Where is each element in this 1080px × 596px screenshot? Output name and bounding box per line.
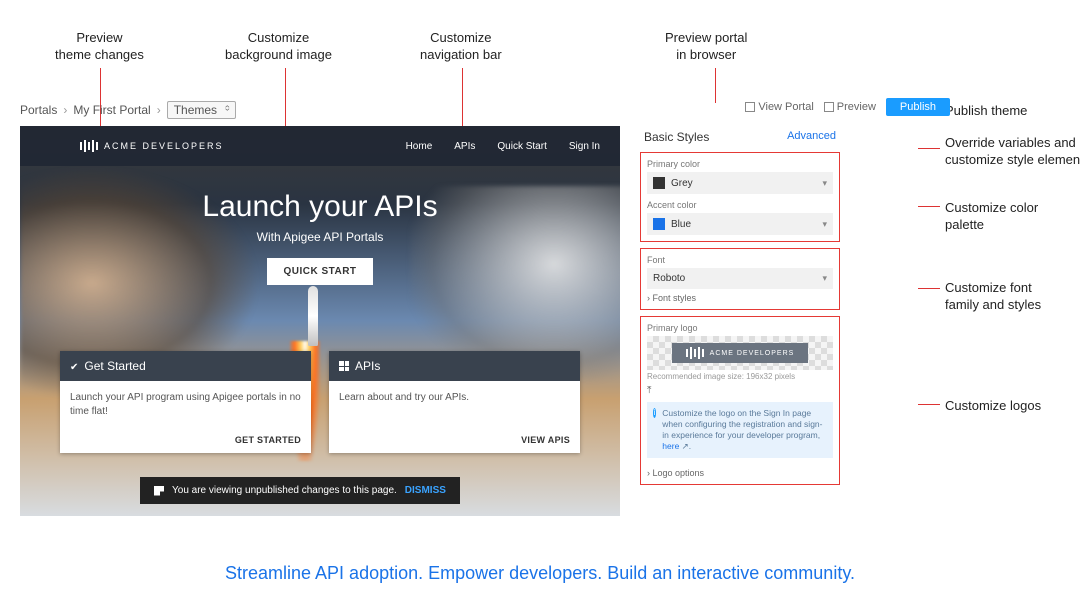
unpublished-banner: You are viewing unpublished changes to t…	[140, 477, 460, 504]
upload-button[interactable]: ⤒	[647, 385, 833, 396]
nav-signin[interactable]: Sign In	[569, 141, 600, 152]
accent-color-value: Blue	[671, 219, 691, 230]
swatch-icon	[653, 177, 665, 189]
hero-title: Launch your APIs	[20, 190, 620, 224]
card-title: Get Started	[84, 359, 145, 373]
banner-text: You are viewing unpublished changes to t…	[172, 485, 397, 496]
font-label: Font	[647, 255, 833, 265]
callout-customize-nav: Customize navigation bar	[420, 30, 502, 64]
accent-color-select[interactable]: Blue	[647, 213, 833, 235]
font-value: Roboto	[653, 273, 685, 284]
font-select[interactable]: Roboto	[647, 268, 833, 289]
view-portal-button[interactable]: View Portal	[745, 101, 813, 113]
callout-line	[715, 68, 716, 103]
nav-home[interactable]: Home	[406, 141, 433, 152]
toolbar: View Portal Preview Publish	[745, 98, 950, 116]
card-body: Learn about and try our APIs.	[329, 381, 580, 429]
brand-text: ACME DEVELOPERS	[104, 141, 224, 151]
callout-color-palette: Customize color palette	[945, 200, 1080, 234]
logo-group: Primary logo ACME DEVELOPERS Recommended…	[640, 316, 840, 485]
accent-color-label: Accent color	[647, 200, 833, 210]
rocket-graphic	[308, 286, 318, 346]
flag-icon	[154, 486, 164, 496]
breadcrumb: Portals › My First Portal › Themes	[20, 98, 620, 122]
card-apis: APIs Learn about and try our APIs. VIEW …	[329, 351, 580, 453]
theme-preview: ACME DEVELOPERS Home APIs Quick Start Si…	[20, 126, 620, 516]
primary-color-value: Grey	[671, 178, 693, 189]
quick-start-button[interactable]: QUICK START	[267, 258, 372, 285]
chevron-right-icon: ›	[157, 103, 161, 117]
logo-preview[interactable]: ACME DEVELOPERS	[647, 336, 833, 370]
external-icon	[824, 102, 834, 112]
primary-color-select[interactable]: Grey	[647, 172, 833, 194]
card-get-started: Get Started Launch your API program usin…	[60, 351, 311, 453]
color-group: Primary color Grey Accent color Blue	[640, 152, 840, 242]
font-styles-link[interactable]: Font styles	[647, 289, 833, 303]
nav-quickstart[interactable]: Quick Start	[497, 141, 546, 152]
advanced-link[interactable]: Advanced	[787, 130, 836, 144]
sidebar-title: Basic Styles	[644, 130, 709, 144]
font-group: Font Roboto Font styles	[640, 248, 840, 310]
logo-hint: Recommended image size: 196x32 pixels	[647, 372, 833, 381]
primary-color-label: Primary color	[647, 159, 833, 169]
styles-sidebar: Basic Styles Advanced Primary color Grey…	[640, 126, 840, 516]
here-link[interactable]: here	[662, 441, 679, 451]
hero-background[interactable]: ACME DEVELOPERS Home APIs Quick Start Si…	[20, 126, 620, 516]
info-box: i Customize the logo on the Sign In page…	[647, 402, 833, 458]
callout-font: Customize font family and styles	[945, 280, 1041, 314]
logo-brand: ACME DEVELOPERS	[710, 350, 795, 357]
callout-customize-bg: Customize background image	[225, 30, 332, 64]
logo-label: Primary logo	[647, 323, 833, 333]
breadcrumb-portal[interactable]: My First Portal	[73, 103, 150, 117]
external-icon	[745, 102, 755, 112]
portal-navbar: ACME DEVELOPERS Home APIs Quick Start Si…	[20, 126, 620, 166]
chevron-right-icon: ›	[63, 103, 67, 117]
check-icon	[70, 359, 78, 373]
card-title: APIs	[355, 359, 380, 373]
callout-override: Override variables and customize style e…	[945, 135, 1080, 169]
info-icon: i	[653, 408, 656, 418]
breadcrumb-root[interactable]: Portals	[20, 103, 57, 117]
card-action-get-started[interactable]: GET STARTED	[60, 429, 311, 453]
hero-subtitle: With Apigee API Portals	[20, 230, 620, 244]
portal-logo[interactable]: ACME DEVELOPERS	[80, 140, 224, 152]
callout-preview-theme: Preview theme changes	[55, 30, 144, 64]
publish-button[interactable]: Publish	[886, 98, 950, 116]
info-text: Customize the logo on the Sign In page w…	[662, 408, 822, 440]
card-body: Launch your API program using Apigee por…	[60, 381, 311, 429]
nav-apis[interactable]: APIs	[454, 141, 475, 152]
logo-icon	[686, 347, 704, 359]
logo-icon	[80, 140, 98, 152]
logo-options-link[interactable]: Logo options	[647, 464, 833, 478]
preview-button[interactable]: Preview	[824, 101, 876, 113]
dismiss-button[interactable]: DISMISS	[405, 485, 446, 496]
swatch-icon	[653, 218, 665, 230]
card-action-view-apis[interactable]: VIEW APIS	[329, 429, 580, 453]
themes-dropdown[interactable]: Themes	[167, 101, 236, 119]
tagline: Streamline API adoption. Empower develop…	[0, 563, 1080, 584]
grid-icon	[339, 361, 349, 371]
callout-publish-theme: Publish theme	[945, 103, 1027, 120]
callout-logos: Customize logos	[945, 398, 1041, 415]
callout-preview-portal: Preview portal in browser	[665, 30, 747, 64]
